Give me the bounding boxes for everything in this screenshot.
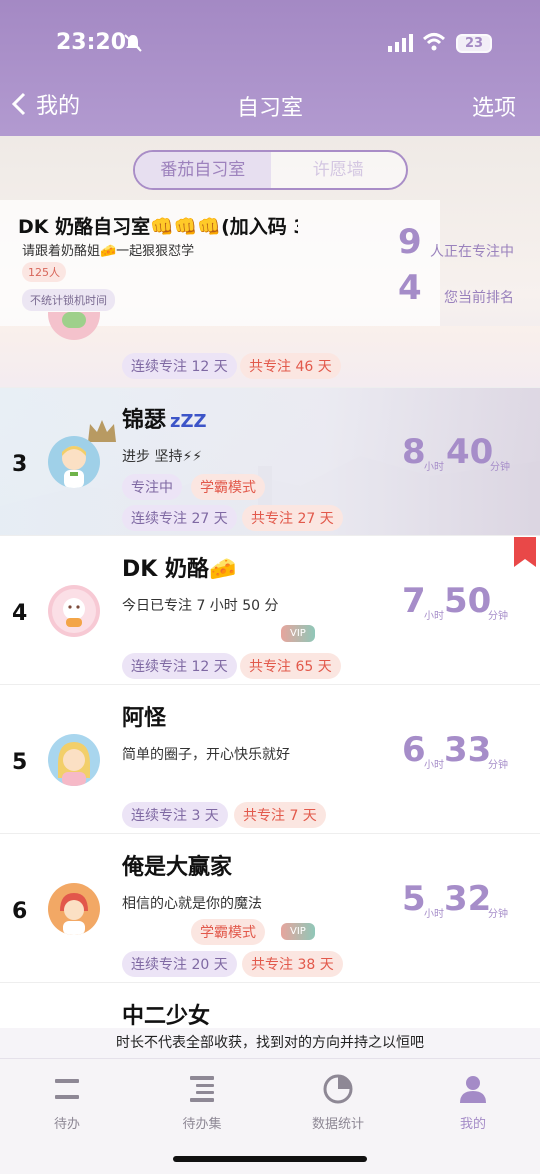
minutes-value: 50	[444, 581, 492, 621]
avatar	[48, 734, 100, 786]
minutes-unit: 分钟	[488, 909, 508, 920]
room-subtitle: 请跟着奶酪姐🧀一起狠狠怼学	[22, 244, 195, 259]
user-motto: 简单的圈子，开心快乐就好	[122, 747, 290, 763]
status-time: 23:20	[56, 30, 127, 55]
todo-icon	[55, 1079, 79, 1099]
lock-time-note: 不统计锁机时间	[22, 289, 115, 311]
member-count-badge: 125人	[22, 262, 66, 282]
wifi-icon	[422, 33, 446, 51]
tab-todo[interactable]: 待办	[22, 1071, 112, 1132]
hours-value: 6	[402, 730, 426, 770]
profile-icon	[460, 1076, 486, 1103]
my-rank: 4	[398, 268, 422, 308]
home-indicator	[173, 1156, 367, 1162]
user-motto: 进步 坚持⚡⚡	[122, 449, 203, 465]
total-tag: 共专注 7 天	[234, 802, 326, 828]
tab-todo-set[interactable]: 待办集	[157, 1071, 247, 1132]
avatar	[48, 585, 100, 637]
streak-tag: 连续专注 12 天	[122, 353, 237, 379]
streak-tag: 连续专注 20 天	[122, 951, 237, 977]
header: 23:20 23 我的 自习室 选项	[0, 0, 540, 136]
page-title: 自习室	[236, 96, 303, 121]
list-item[interactable]: 3 锦瑟 zZZ 进步 坚持⚡⚡ 专注中 学霸模式 连续专注 27 天 共专注 2…	[0, 388, 540, 536]
status-tag: 专注中	[122, 474, 182, 500]
tab-label: 待办集	[182, 1117, 222, 1132]
tab-wish-wall[interactable]: 许愿墙	[271, 152, 407, 188]
signal-icon	[388, 34, 413, 52]
tab-label: 待办	[53, 1117, 80, 1132]
vip-badge: VIP	[281, 625, 315, 642]
rank-number: 5	[12, 750, 28, 775]
user-name: 俺是大赢家	[122, 855, 233, 880]
streak-tag: 连续专注 12 天	[122, 653, 237, 679]
avatar	[48, 883, 100, 935]
hours-unit: 小时	[424, 760, 444, 771]
streak-tag: 连续专注 3 天	[122, 802, 228, 828]
bell-muted-icon	[124, 34, 142, 52]
focusing-count: 9	[398, 222, 422, 262]
crown-icon	[88, 420, 116, 442]
list-item[interactable]: 6 俺是大赢家 相信的心就是你的魔法 学霸模式 VIP 连续专注 20 天 共专…	[0, 835, 540, 983]
vip-badge: VIP	[281, 923, 315, 940]
user-name: 阿怪	[122, 706, 167, 731]
total-tag: 共专注 27 天	[242, 505, 343, 531]
hours-value: 5	[402, 879, 426, 919]
minutes-value: 32	[444, 879, 492, 919]
total-tag: 共专注 38 天	[242, 951, 343, 977]
minutes-unit: 分钟	[488, 611, 508, 622]
list-item[interactable]: 连续专注 12 天 共专注 46 天	[0, 312, 540, 388]
hours-unit: 小时	[424, 611, 444, 622]
footer-note: 时长不代表全部收获，找到对的方向并持之以恒吧	[0, 1028, 540, 1058]
mode-tag: 学霸模式	[191, 474, 265, 500]
stats-icon	[323, 1074, 353, 1104]
minutes-value: 40	[446, 432, 494, 472]
minutes-unit: 分钟	[490, 462, 510, 473]
rank-number: 6	[12, 899, 28, 924]
list-item[interactable]: 5 阿怪 简单的圈子，开心快乐就好 连续专注 3 天 共专注 7 天 6 小时 …	[0, 686, 540, 834]
bookmark-icon[interactable]	[514, 537, 536, 567]
tab-pomodoro-room[interactable]: 番茄自习室	[135, 152, 271, 188]
user-name: 中二少女	[122, 1004, 211, 1029]
minutes-unit: 分钟	[488, 760, 508, 771]
total-tag: 共专注 65 天	[240, 653, 341, 679]
tab-label: 数据统计	[311, 1117, 364, 1132]
user-motto: 今日已专注 7 小时 50 分	[122, 598, 279, 614]
segment-control: 番茄自习室 许愿墙	[133, 150, 408, 190]
mode-tag: 学霸模式	[191, 919, 265, 945]
user-name: 锦瑟 zZZ	[122, 408, 207, 433]
total-tag: 共专注 46 天	[240, 353, 341, 379]
hours-value: 7	[402, 581, 426, 621]
sleep-zzz-icon: zZZ	[170, 411, 207, 432]
battery-icon: 23	[456, 34, 492, 53]
tab-label: 我的	[459, 1117, 486, 1132]
rank-number: 4	[12, 601, 28, 626]
focusing-label: 人正在专注中	[430, 244, 514, 260]
my-rank-label: 您当前排名	[444, 290, 514, 306]
tab-profile[interactable]: 我的	[428, 1071, 518, 1132]
hours-unit: 小时	[424, 909, 444, 920]
options-button[interactable]: 选项	[472, 90, 516, 122]
todo-set-icon	[190, 1076, 214, 1102]
list-item[interactable]: 4 DK 奶酪🧀 今日已专注 7 小时 50 分 VIP 连续专注 12 天 共…	[0, 537, 540, 685]
streak-tag: 连续专注 27 天	[122, 505, 237, 531]
user-motto: 相信的心就是你的魔法	[122, 896, 262, 912]
user-name: DK 奶酪🧀	[122, 557, 237, 582]
hours-unit: 小时	[424, 462, 444, 473]
avatar	[48, 436, 100, 488]
tab-stats[interactable]: 数据统计	[293, 1071, 383, 1132]
minutes-value: 33	[444, 730, 492, 770]
hours-value: 8	[402, 432, 426, 472]
avatar	[48, 312, 100, 340]
rank-number: 3	[12, 452, 28, 477]
room-title: DK 奶酪自习室👊👊👊(加入码 3	[18, 216, 298, 238]
